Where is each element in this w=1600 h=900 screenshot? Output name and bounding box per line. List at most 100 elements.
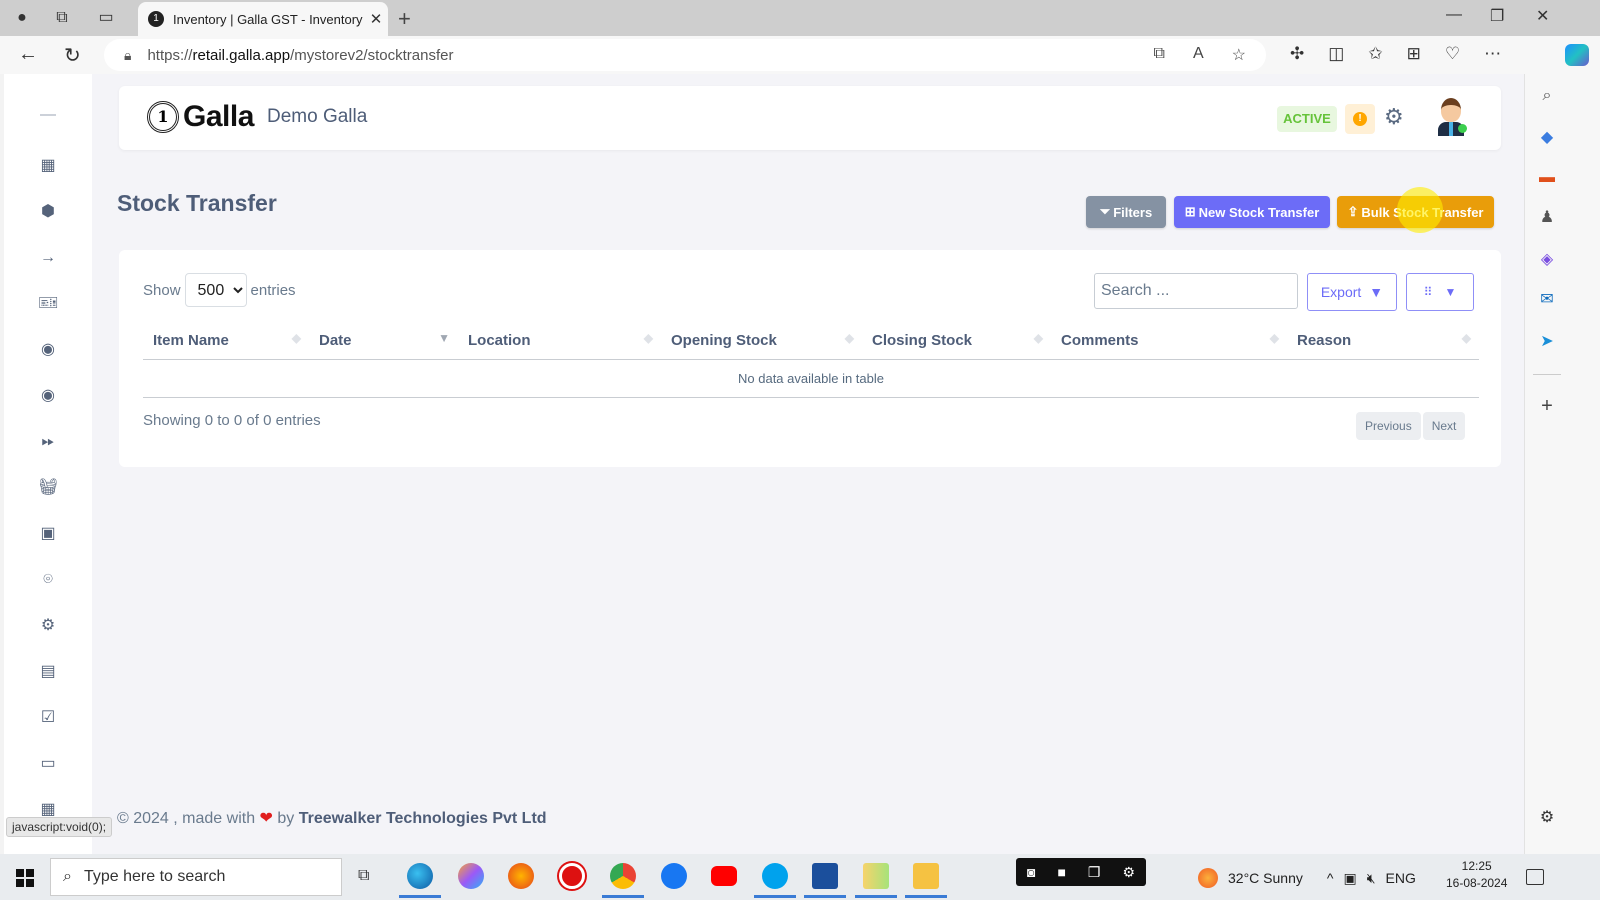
contacts-icon[interactable]: ▣ xyxy=(38,524,58,544)
company-link[interactable]: Treewalker Technologies Pvt Ltd xyxy=(299,810,547,827)
refresh-icon[interactable]: ↻ xyxy=(64,43,81,68)
restore-icon[interactable]: ❐ xyxy=(1490,6,1504,26)
user-circle-icon[interactable]: ◉ xyxy=(38,386,58,406)
notifications-icon[interactable] xyxy=(1526,869,1544,885)
windows-start-icon[interactable] xyxy=(16,869,34,887)
games-icon[interactable]: ♟ xyxy=(1537,208,1557,228)
heart-icon: ❤ xyxy=(259,810,273,827)
copilot-icon[interactable] xyxy=(1565,44,1589,66)
add-icon[interactable]: + xyxy=(1537,396,1557,416)
extensions-icon[interactable]: ✣ xyxy=(1290,44,1304,64)
read-aloud-icon[interactable]: A xyxy=(1193,45,1204,65)
microsoft-store-app-icon[interactable] xyxy=(804,863,846,898)
outlook-icon[interactable]: ✉ xyxy=(1537,290,1557,310)
discount-ticket-icon[interactable]: 🎫︎ xyxy=(38,294,58,314)
column-header-closing-stock[interactable]: Closing Stock ◆ xyxy=(862,331,1051,349)
show-hidden-icons-chevron[interactable]: ^ xyxy=(1327,870,1334,886)
system-clock[interactable]: 12:25 16-08-2024 xyxy=(1446,858,1507,892)
chrome-app-icon[interactable] xyxy=(602,863,644,898)
favorite-star-icon[interactable]: ☆ xyxy=(1232,45,1246,65)
workspaces-icon[interactable]: ⧉ xyxy=(52,8,72,28)
weather-text[interactable]: 32°C Sunny xyxy=(1228,870,1303,886)
search-icon[interactable]: ⌕ xyxy=(1537,86,1557,106)
column-header-location[interactable]: Location ◆ xyxy=(458,331,661,349)
microsoft365-icon[interactable]: ◈ xyxy=(1537,250,1557,270)
column-header-item-name[interactable]: Item Name ◆ xyxy=(143,331,309,349)
dashboard-icon[interactable]: ▦ xyxy=(38,156,58,176)
camera-icon[interactable]: ◙ xyxy=(1027,864,1035,880)
file-explorer-app-icon[interactable] xyxy=(905,863,947,898)
column-header-reason[interactable]: Reason ◆ xyxy=(1287,331,1479,349)
galla-logo[interactable]: 1 Galla xyxy=(147,100,254,134)
browser-tab-active[interactable]: 1 Inventory | Galla GST - Inventory ✕ xyxy=(138,2,388,36)
report-icon[interactable]: ▤ xyxy=(38,662,58,682)
arrow-right-icon[interactable]: → xyxy=(38,248,58,268)
location-pin-icon[interactable]: ⌾ xyxy=(38,570,58,590)
column-header-date[interactable]: Date ▼ xyxy=(309,331,458,349)
tab-title: Inventory | Galla GST - Inventory xyxy=(173,11,363,27)
next-page-button[interactable]: Next xyxy=(1422,412,1466,440)
page-size-select[interactable]: 500 xyxy=(184,273,247,307)
facebook-app-icon[interactable] xyxy=(661,863,687,889)
minimize-icon[interactable]: — xyxy=(1446,6,1462,24)
filters-button[interactable]: ⏷ Filters xyxy=(1086,196,1166,228)
recorder-app-icon[interactable] xyxy=(559,863,585,889)
box-icon[interactable]: ⬢ xyxy=(38,202,58,222)
youtube-app-icon[interactable] xyxy=(711,866,737,886)
close-window-icon[interactable]: ✕ xyxy=(1536,6,1549,26)
avatar[interactable] xyxy=(1436,96,1467,138)
settings-icon[interactable]: ⚙ xyxy=(1122,864,1135,881)
sidebar-toggle[interactable] xyxy=(40,114,56,116)
user-circle-icon[interactable]: ◉ xyxy=(38,340,58,360)
task-view-icon[interactable]: ⧉ xyxy=(358,867,369,885)
column-visibility-dropdown[interactable]: ⠿ ▼ xyxy=(1406,273,1474,311)
settings-gear-icon[interactable]: ⚙ xyxy=(1384,104,1404,130)
close-tab-icon[interactable]: ✕ xyxy=(364,10,388,28)
fast-forward-icon[interactable]: ⏩︎ xyxy=(38,432,58,452)
search-input[interactable] xyxy=(1094,273,1298,309)
browser-essentials-icon[interactable]: ♡ xyxy=(1445,44,1460,64)
more-menu-icon[interactable]: ⋯ xyxy=(1484,44,1501,64)
weather-sun-icon[interactable] xyxy=(1198,868,1218,888)
column-header-opening-stock[interactable]: Opening Stock ◆ xyxy=(661,331,862,349)
open-in-app-icon[interactable]: ⧉ xyxy=(1154,45,1165,65)
window-icon[interactable]: ❐ xyxy=(1088,864,1101,881)
network-icon[interactable]: ▣ xyxy=(1343,870,1356,887)
edge-app-icon[interactable] xyxy=(399,863,441,898)
grid-icon: ⠿ xyxy=(1423,285,1433,299)
column-header-comments[interactable]: Comments ◆ xyxy=(1051,331,1287,349)
copilot-app-icon[interactable] xyxy=(458,863,484,889)
table-info: Showing 0 to 0 of 0 entries xyxy=(143,412,321,429)
skype-app-icon[interactable] xyxy=(754,863,796,898)
app-page: ▦ ⬢ → 🎫︎ ◉ ◉ ⏩︎ 🧺︎ ▣ ⌾ ⚙ ▤ ☑ ▭ ▦ 1 Galla… xyxy=(4,74,1556,854)
favorites-icon[interactable]: ✩ xyxy=(1368,44,1382,64)
galla-favicon: 1 xyxy=(148,11,164,27)
cash-icon[interactable]: ▭ xyxy=(38,754,58,774)
language-indicator[interactable]: ENG xyxy=(1386,870,1416,886)
previous-page-button[interactable]: Previous xyxy=(1356,412,1421,440)
video-icon[interactable]: ■ xyxy=(1057,864,1065,880)
sidebar-settings-icon[interactable]: ⚙ xyxy=(1537,808,1557,828)
split-screen-icon[interactable]: ◫ xyxy=(1328,44,1344,64)
galla-coin-icon: 1 xyxy=(147,101,179,133)
back-icon[interactable]: ← xyxy=(18,43,38,66)
volume-muted-icon[interactable]: 🔇︎ xyxy=(1367,870,1376,887)
new-tab-icon[interactable]: + xyxy=(398,6,411,32)
url-field[interactable]: 🔒︎ https://retail.galla.app/mystorev2/st… xyxy=(104,39,1266,71)
alert-button[interactable]: ! xyxy=(1345,104,1375,134)
tab-actions-icon[interactable]: ▭ xyxy=(96,8,116,28)
send-icon[interactable]: ➤ xyxy=(1537,332,1557,352)
filter-icon: ⏷ xyxy=(1099,204,1111,219)
taskbar-search[interactable]: ⌕ Type here to search xyxy=(50,858,342,896)
shopping-tag-icon[interactable]: ◆ xyxy=(1537,128,1557,148)
settings-icon[interactable]: ⚙ xyxy=(38,616,58,636)
collections-icon[interactable]: ⊞ xyxy=(1407,44,1421,64)
basket-icon[interactable]: 🧺︎ xyxy=(38,478,58,498)
checkbox-icon[interactable]: ☑ xyxy=(38,708,58,728)
firefox-app-icon[interactable] xyxy=(508,863,534,889)
export-dropdown[interactable]: Export ▼ xyxy=(1307,273,1397,311)
tools-icon[interactable]: ▬ xyxy=(1537,168,1557,188)
new-stock-transfer-button[interactable]: ⊞ New Stock Transfer xyxy=(1174,196,1330,228)
app-icon[interactable] xyxy=(855,863,897,898)
profile-icon[interactable]: ● xyxy=(12,8,32,28)
